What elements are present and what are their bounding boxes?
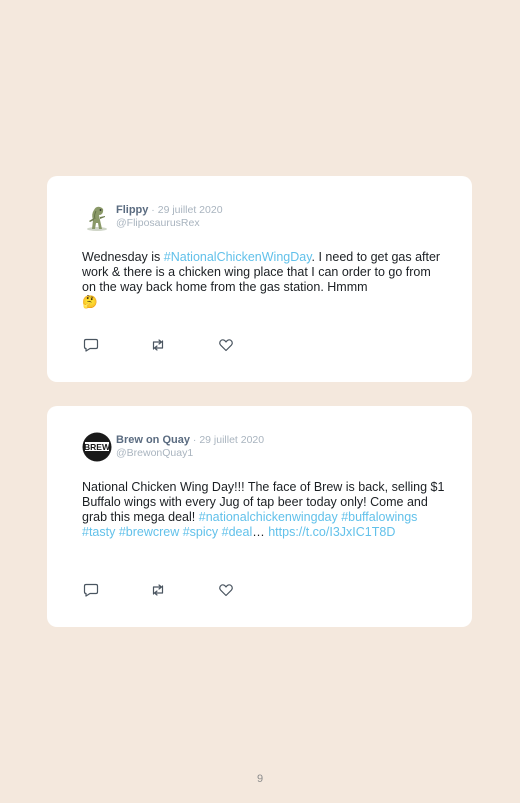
separator: · [148,204,158,216]
author-handle[interactable]: @FliposaurusRex [116,217,223,230]
reply-icon[interactable] [83,337,99,353]
thinking-emoji: 🤔 [82,295,98,309]
hashtag-link[interactable]: #NationalChickenWingDay [164,250,312,264]
author-name[interactable]: Flippy [116,204,148,216]
reply-icon[interactable] [83,582,99,598]
tweet-card-1: Flippy · 29 juillet 2020 @FliposaurusRex… [47,176,472,382]
tweet-text: National Chicken Wing Day!!! The face of… [82,480,447,540]
text-segment: Wednesday is [82,250,164,264]
tweet-url-link[interactable]: https://t.co/I3JxIC1T8D [268,525,395,539]
retweet-icon[interactable] [150,582,166,598]
author-handle[interactable]: @BrewonQuay1 [116,447,264,460]
tweet-card-2: BREW Brew on Quay · 29 juillet 2020 @Bre… [47,406,472,627]
heart-icon[interactable] [218,582,234,598]
author-name[interactable]: Brew on Quay [116,434,190,446]
brew-logo-avatar-icon[interactable]: BREW [82,432,112,462]
tweet-date[interactable]: 29 juillet 2020 [158,204,223,216]
separator: · [189,434,200,446]
ellipsis: … [252,525,269,539]
page-number: 9 [256,773,264,785]
tweet-date[interactable]: 29 juillet 2020 [199,434,264,446]
brew-logo-text: BREW [84,442,111,452]
tweet-header: Brew on Quay · 29 juillet 2020 @BrewonQu… [116,434,264,460]
tweet-text: Wednesday is #NationalChickenWingDay. I … [82,250,447,310]
retweet-icon[interactable] [150,337,166,353]
dinosaur-avatar-icon[interactable] [82,202,112,232]
tweet-header: Flippy · 29 juillet 2020 @FliposaurusRex [116,204,223,230]
heart-icon[interactable] [218,337,234,353]
